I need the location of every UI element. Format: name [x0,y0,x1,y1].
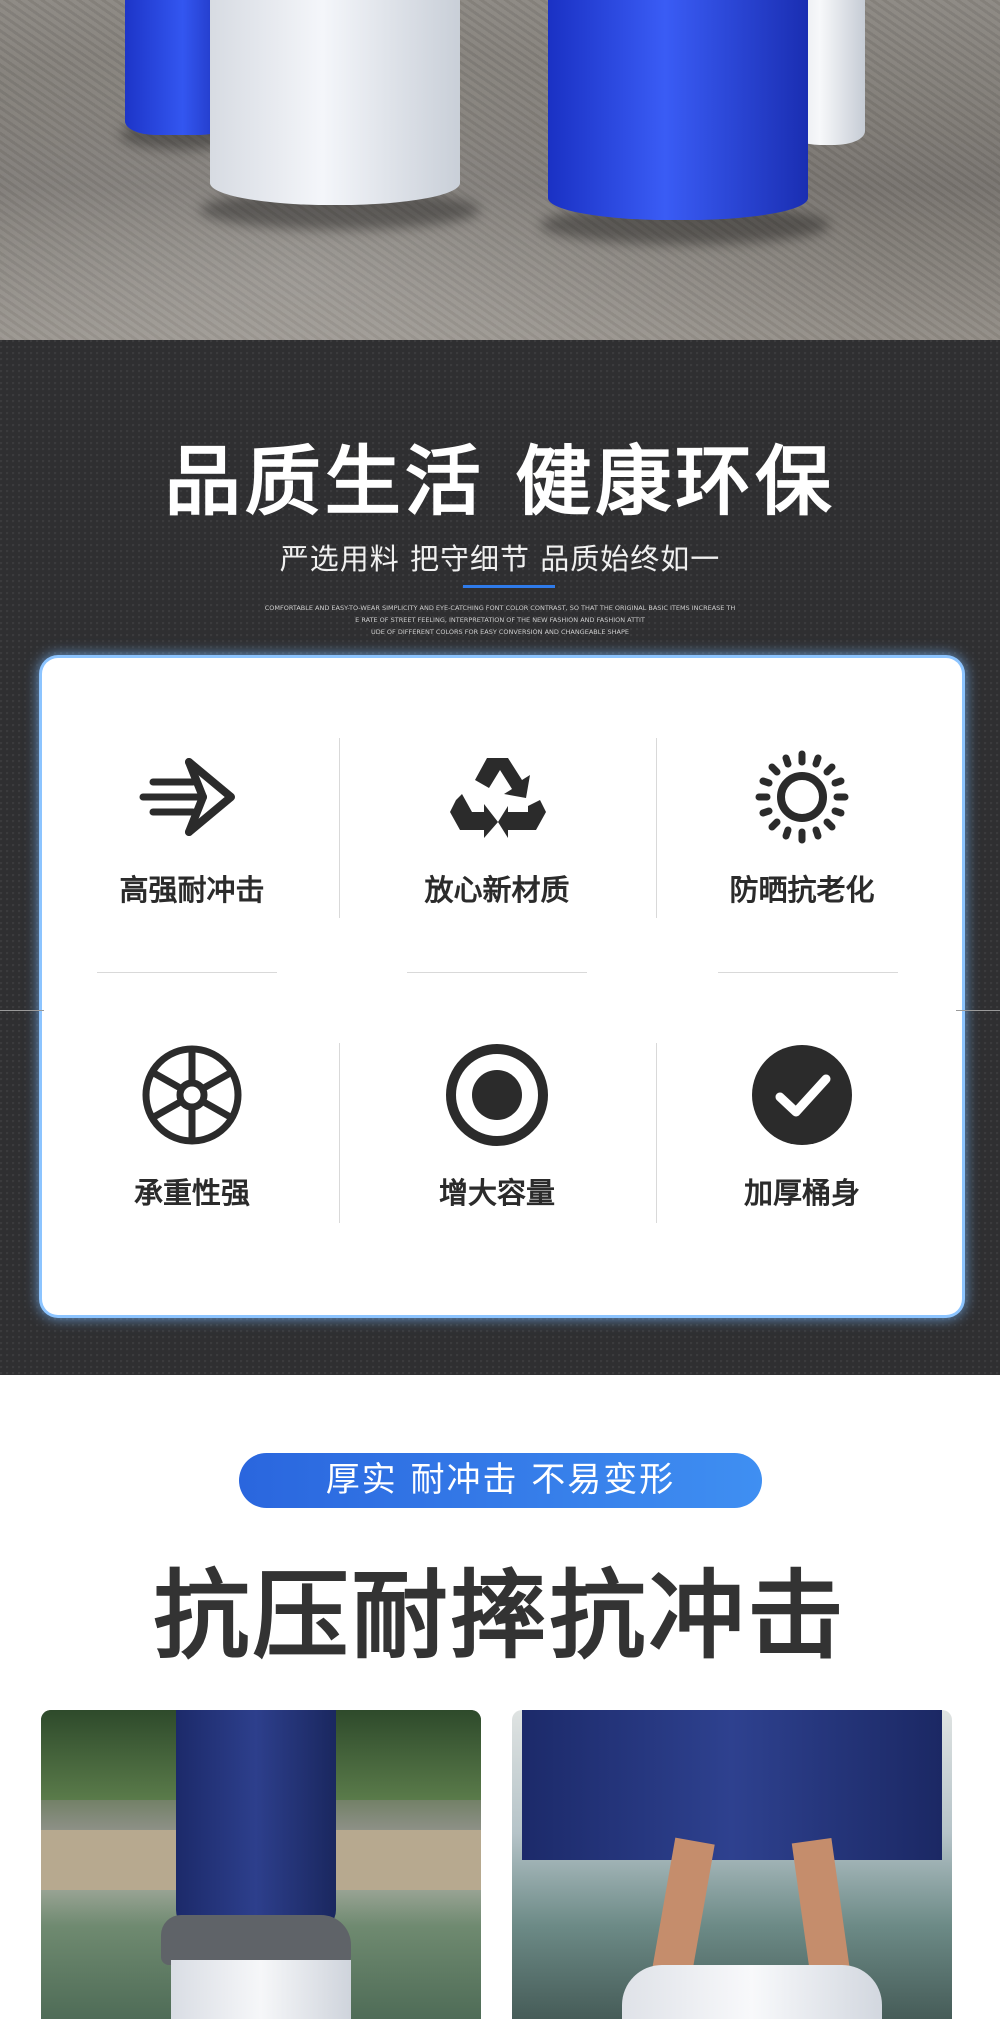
feature-label: 加厚桶身 [743,1176,860,1210]
feature-item: 加厚桶身 [702,1043,902,1212]
row-divider [97,972,277,973]
sneakers [161,1915,351,1965]
feature-item: 放心新材质 [397,750,597,909]
feature-item: 防晒抗老化 [702,750,902,909]
jeans [522,1710,942,1860]
features-card: 高强耐冲击 放心新材质 防晒抗老化 承重性强 增大容量 加厚桶身 [42,658,962,1315]
quality-subtitle: 严选用料 把守细节 品质始终如一 [279,542,721,576]
impact-tag: 厚实 耐冲击 不易变形 [239,1453,762,1508]
feature-item: 增大容量 [397,1043,597,1212]
column-divider [339,738,340,918]
white-bucket [171,1960,351,2019]
speed-arrow-icon [139,758,235,836]
quality-title: 品质生活 健康环保 [164,437,836,526]
feature-label: 放心新材质 [424,873,570,907]
impact-title: 抗压耐摔抗冲击 [153,1560,847,1672]
english-line: E RATE OF STREET FEELING, INTERPRETATION… [355,616,645,624]
column-divider [656,738,657,918]
row-divider [718,972,898,973]
recycle-icon [450,758,546,838]
quality-section: 品质生活 健康环保 严选用料 把守细节 品质始终如一 COMFORTABLE A… [0,340,1000,1375]
target-circle-icon [446,1044,548,1146]
side-divider [956,1010,1000,1011]
sun-icon [755,750,849,844]
feature-label: 增大容量 [438,1176,555,1210]
check-circle-icon [752,1045,852,1145]
blue-bucket [548,0,808,220]
photo-standing-on-bucket [41,1710,481,2019]
wheel-icon [142,1045,242,1145]
jeans [176,1710,336,1930]
english-line: UDE OF DIFFERENT COLORS FOR EASY CONVERS… [370,628,630,636]
side-divider [0,1010,44,1011]
english-line: COMFORTABLE AND EASY-TO-WEAR SIMPLICITY … [264,604,736,612]
white-bucket [622,1965,882,2019]
column-divider [339,1043,340,1223]
feature-label: 防晒抗老化 [729,873,875,907]
feature-item: 高强耐冲击 [92,750,292,909]
column-divider [656,1043,657,1223]
accent-underline [463,585,555,588]
row-divider [407,972,587,973]
white-bucket [210,0,460,205]
photo-pressing-bucket [512,1710,952,2019]
hero-photo-buckets [0,0,1000,340]
feature-label: 承重性强 [133,1176,250,1210]
feature-label: 高强耐冲击 [119,873,265,907]
feature-item: 承重性强 [92,1043,292,1212]
english-description: COMFORTABLE AND EASY-TO-WEAR SIMPLICITY … [260,602,740,638]
